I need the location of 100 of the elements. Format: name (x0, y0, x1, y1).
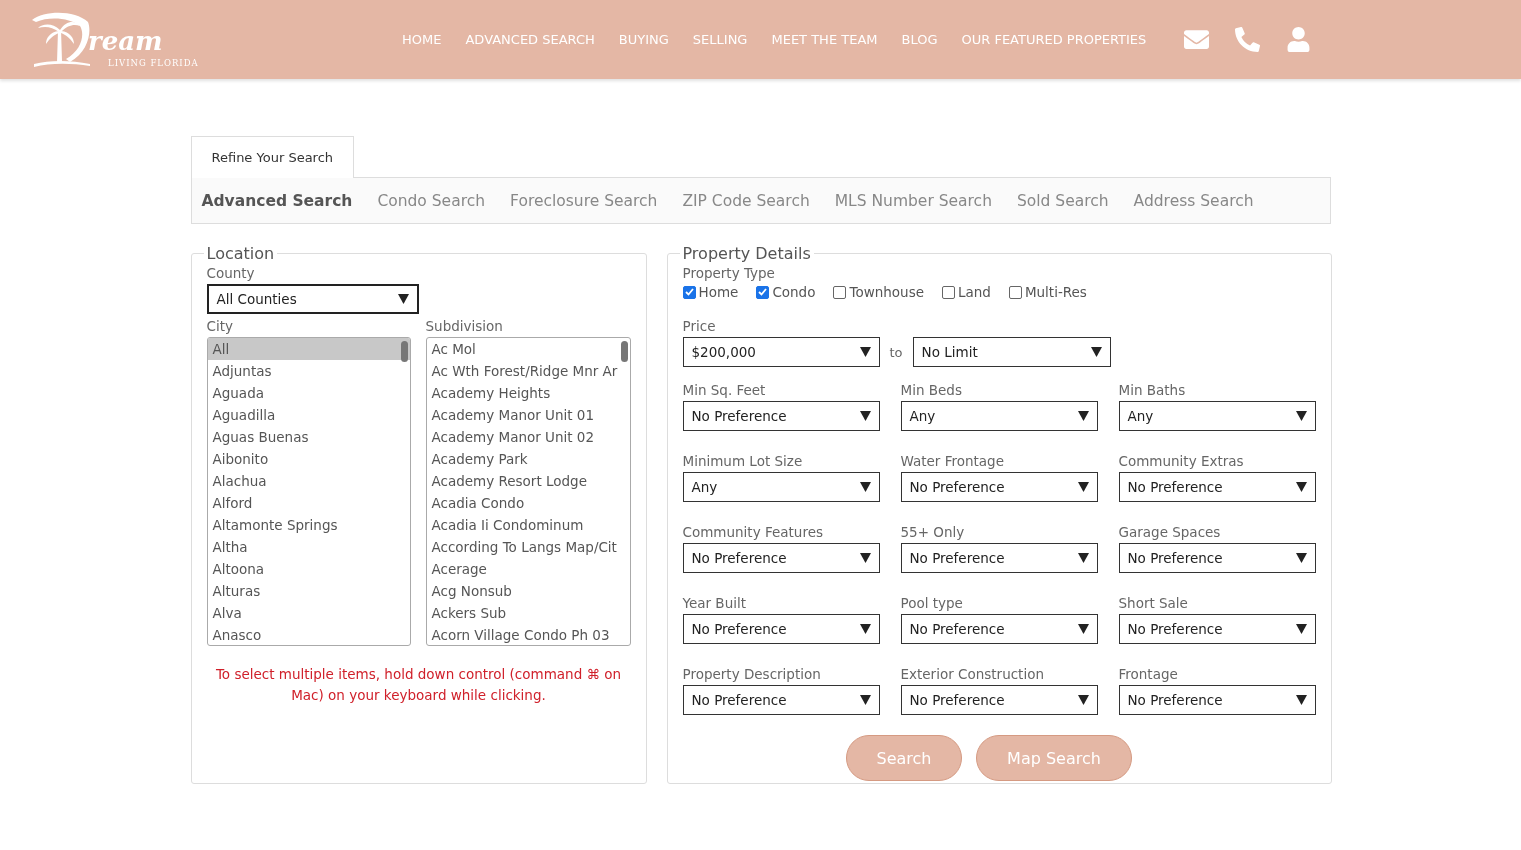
search-tab[interactable]: Sold Search (1016, 191, 1109, 210)
scroll-thumb[interactable] (620, 341, 628, 362)
list-box[interactable] (425, 337, 631, 646)
checkbox-label[interactable]: Condo (756, 284, 816, 300)
list-option[interactable]: Aibonito (207, 448, 410, 470)
caret-icon (859, 624, 871, 634)
dropdown-field[interactable]: No Preference (900, 685, 1098, 715)
dropdown-field[interactable]: No Preference (682, 543, 880, 573)
list-option[interactable]: Acorn Village Condo Ph 03 (426, 624, 630, 645)
list-option[interactable]: Aguada (207, 382, 410, 404)
caret-icon (1077, 553, 1089, 563)
caret-icon (1077, 482, 1089, 492)
search-tab[interactable]: Condo Search (377, 191, 486, 210)
dropdown-field[interactable]: Any (682, 472, 880, 502)
list-option[interactable]: Aguadilla (207, 404, 410, 426)
list-option[interactable]: All (207, 338, 410, 360)
dropdown-field[interactable]: No Preference (682, 614, 880, 644)
checkbox-label[interactable]: Land (942, 284, 991, 300)
refine-tab[interactable]: Refine Your Search (190, 136, 355, 178)
field-label: Minimum Lot Size (682, 453, 804, 469)
list-option[interactable]: Acg Nonsub (426, 580, 630, 602)
list-option[interactable]: Aguas Buenas (207, 426, 410, 448)
field-label: Price (682, 318, 717, 334)
field-label: Pool type (900, 595, 964, 611)
field-label: Community Features (682, 524, 824, 540)
checkbox[interactable] (756, 285, 770, 299)
dropdown-field[interactable]: No Preference (1118, 543, 1316, 573)
list-option[interactable]: Alachua (207, 470, 410, 492)
field-label: Min Beds (900, 382, 963, 398)
list-option[interactable]: Altha (207, 536, 410, 558)
list-option[interactable]: According To Langs Map/Cit (426, 536, 630, 558)
list-option[interactable]: Academy Manor Unit 01 (426, 404, 630, 426)
list-option[interactable]: Academy Park (426, 448, 630, 470)
dropdown-field[interactable]: Any (900, 401, 1098, 431)
field-label: Exterior Construction (900, 666, 1045, 682)
scroll-thumb[interactable] (400, 341, 408, 362)
dropdown-field[interactable]: No Preference (1118, 472, 1316, 502)
dropdown-field[interactable]: No Limit (912, 337, 1111, 367)
panel-legend: Location (203, 244, 278, 263)
list-option[interactable]: Adjuntas (207, 360, 410, 382)
dropdown-field[interactable]: No Preference (900, 472, 1098, 502)
list-option[interactable]: Altamonte Springs (207, 514, 410, 536)
dropdown-field[interactable]: All Counties (206, 284, 419, 314)
dropdown-field[interactable]: No Preference (900, 543, 1098, 573)
search-tab[interactable]: Advanced Search (201, 191, 353, 210)
logo-title: ream (88, 27, 163, 54)
search-tab[interactable]: Foreclosure Search (510, 191, 658, 210)
dropdown-field[interactable]: No Preference (1118, 685, 1316, 715)
dropdown-field[interactable]: No Preference (900, 614, 1098, 644)
list-option[interactable]: Alturas (207, 580, 410, 602)
caret-icon (859, 347, 871, 357)
dropdown-field[interactable]: No Preference (682, 401, 880, 431)
list-option[interactable]: Acadia Condo (426, 492, 630, 514)
list-option[interactable]: Acerage (426, 558, 630, 580)
checkbox[interactable] (942, 285, 955, 299)
search-tab[interactable]: Address Search (1133, 191, 1254, 210)
list-option[interactable]: Anasco (207, 624, 410, 645)
list-option[interactable]: Alford (207, 492, 410, 514)
list-option[interactable]: Ac Wth Forest/Ridge Mnr Ar (426, 360, 630, 382)
dropdown-field[interactable]: $200,000 (682, 337, 880, 367)
checkbox-label[interactable]: Home (682, 284, 739, 300)
list-option[interactable]: Ac Mol (426, 338, 630, 360)
field-label: Short Sale (1118, 595, 1189, 611)
list-option[interactable]: Academy Resort Lodge (426, 470, 630, 492)
caret-icon (859, 695, 871, 705)
checkbox[interactable] (682, 285, 696, 299)
caret-icon (1295, 553, 1307, 563)
checkbox[interactable] (833, 285, 847, 299)
range-separator: to (889, 344, 903, 360)
logo-tagline: LIVING FLORIDA (108, 57, 199, 68)
checkbox[interactable] (1008, 285, 1022, 299)
field-label: Property Type (682, 265, 776, 281)
search-tab[interactable]: ZIP Code Search (682, 191, 810, 210)
checkbox-label[interactable]: Townhouse (833, 284, 924, 300)
caret-icon (397, 294, 409, 304)
checkbox-label[interactable]: Multi-Res (1008, 284, 1087, 300)
field-label: Community Extras (1118, 453, 1245, 469)
list-option[interactable]: Altoona (207, 558, 410, 580)
field-label: City (206, 318, 234, 334)
list-option[interactable]: Academy Manor Unit 02 (426, 426, 630, 448)
dropdown-field[interactable]: Any (1118, 401, 1316, 431)
caret-icon (1077, 695, 1089, 705)
field-label: County (206, 265, 256, 281)
caret-icon (859, 482, 871, 492)
list-option[interactable]: Alva (207, 602, 410, 624)
caret-icon (1295, 695, 1307, 705)
list-box[interactable]: All Adjuntas Aguada Aguadilla Aguas Buenas Aibonito Alachua Alford Altamonte Springs Altha Altoona Alturas Alva Anasco (206, 337, 411, 646)
list-option[interactable]: Academy Heights (426, 382, 630, 404)
dropdown-field[interactable]: No Preference (1118, 614, 1316, 644)
caret-icon (859, 411, 871, 421)
dropdown-field[interactable]: No Preference (682, 685, 880, 715)
list-option[interactable]: Ackers Sub (426, 602, 630, 624)
field-label: Garage Spaces (1118, 524, 1222, 540)
help-text: To select multiple items, hold down control (command ⌘ on Mac) on your keyboard while clicking. (214, 665, 623, 705)
caret-icon (1077, 624, 1089, 634)
list-option[interactable]: Acadia Ii Condominum (426, 514, 630, 536)
caret-icon (859, 553, 871, 563)
field-label: Min Sq. Feet (682, 382, 767, 398)
field-label: Water Frontage (900, 453, 1005, 469)
field-label: Subdivision (425, 318, 504, 334)
